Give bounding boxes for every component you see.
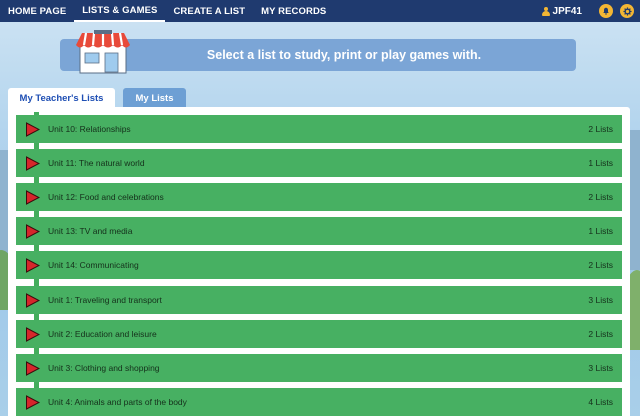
unit-list-item[interactable]: Unit 10: Relationships 2 Lists xyxy=(16,115,622,143)
unit-list-item[interactable]: Unit 3: Clothing and shopping 3 Lists xyxy=(16,354,622,382)
storefront-icon xyxy=(76,30,130,74)
list-count: 3 Lists xyxy=(588,295,613,305)
nav-home-page[interactable]: HOME PAGE xyxy=(0,0,74,22)
nav-create-a-list[interactable]: CREATE A LIST xyxy=(165,0,253,22)
unit-list-item[interactable]: Unit 12: Food and celebrations 2 Lists xyxy=(16,183,622,211)
top-nav-bar: HOME PAGE LISTS & GAMES CREATE A LIST MY… xyxy=(0,0,640,22)
list-count: 3 Lists xyxy=(588,363,613,373)
nav-lists-and-games[interactable]: LISTS & GAMES xyxy=(74,0,166,22)
unit-title: Unit 4: Animals and parts of the body xyxy=(48,397,187,407)
nav-my-records[interactable]: MY RECORDS xyxy=(253,0,334,22)
unit-title: Unit 1: Traveling and transport xyxy=(48,295,162,305)
notifications-button[interactable] xyxy=(599,4,613,18)
unit-title: Unit 11: The natural world xyxy=(48,158,145,168)
unit-list-item[interactable]: Unit 13: TV and media 1 Lists xyxy=(16,217,622,245)
play-icon[interactable] xyxy=(25,155,40,171)
unit-list-item[interactable]: Unit 2: Education and leisure 2 Lists xyxy=(16,320,622,348)
list-count: 2 Lists xyxy=(588,124,613,134)
list-count: 2 Lists xyxy=(588,192,613,202)
play-icon[interactable] xyxy=(25,292,40,308)
user-menu[interactable]: JPF41 xyxy=(541,5,582,17)
nav-right-group: JPF41 xyxy=(541,0,640,22)
play-icon[interactable] xyxy=(25,121,40,137)
gear-icon xyxy=(622,6,632,16)
unit-title: Unit 3: Clothing and shopping xyxy=(48,363,160,373)
unit-title: Unit 12: Food and celebrations xyxy=(48,192,164,202)
unit-list-item[interactable]: Unit 11: The natural world 1 Lists xyxy=(16,149,622,177)
unit-list-item[interactable]: Unit 4: Animals and parts of the body 4 L… xyxy=(16,388,622,416)
play-icon[interactable] xyxy=(25,326,40,342)
user-icon xyxy=(541,6,550,16)
play-icon[interactable] xyxy=(25,257,40,273)
play-icon[interactable] xyxy=(25,189,40,205)
list-count: 1 Lists xyxy=(588,226,613,236)
list-count: 2 Lists xyxy=(588,329,613,339)
tab-my-teachers-lists[interactable]: My Teacher's Lists xyxy=(8,88,115,109)
unit-title: Unit 2: Education and leisure xyxy=(48,329,157,339)
unit-list-item[interactable]: Unit 14: Communicating 2 Lists xyxy=(16,251,622,279)
play-icon[interactable] xyxy=(25,360,40,376)
banner-text: Select a list to study, print or play ga… xyxy=(206,48,482,62)
unit-title: Unit 14: Communicating xyxy=(48,260,139,270)
play-icon[interactable] xyxy=(25,394,40,410)
unit-title: Unit 10: Relationships xyxy=(48,124,131,134)
tab-my-lists[interactable]: My Lists xyxy=(123,88,186,108)
play-icon[interactable] xyxy=(25,223,40,239)
unit-title: Unit 13: TV and media xyxy=(48,226,133,236)
list-count: 1 Lists xyxy=(588,158,613,168)
list-count: 4 Lists xyxy=(588,397,613,407)
list-count: 2 Lists xyxy=(588,260,613,270)
settings-button[interactable] xyxy=(620,4,634,18)
bell-icon xyxy=(603,7,609,15)
unit-list-item[interactable]: Unit 1: Traveling and transport 3 Lists xyxy=(16,286,622,314)
username: JPF41 xyxy=(552,5,582,17)
instruction-banner: Select a list to study, print or play ga… xyxy=(60,39,576,71)
